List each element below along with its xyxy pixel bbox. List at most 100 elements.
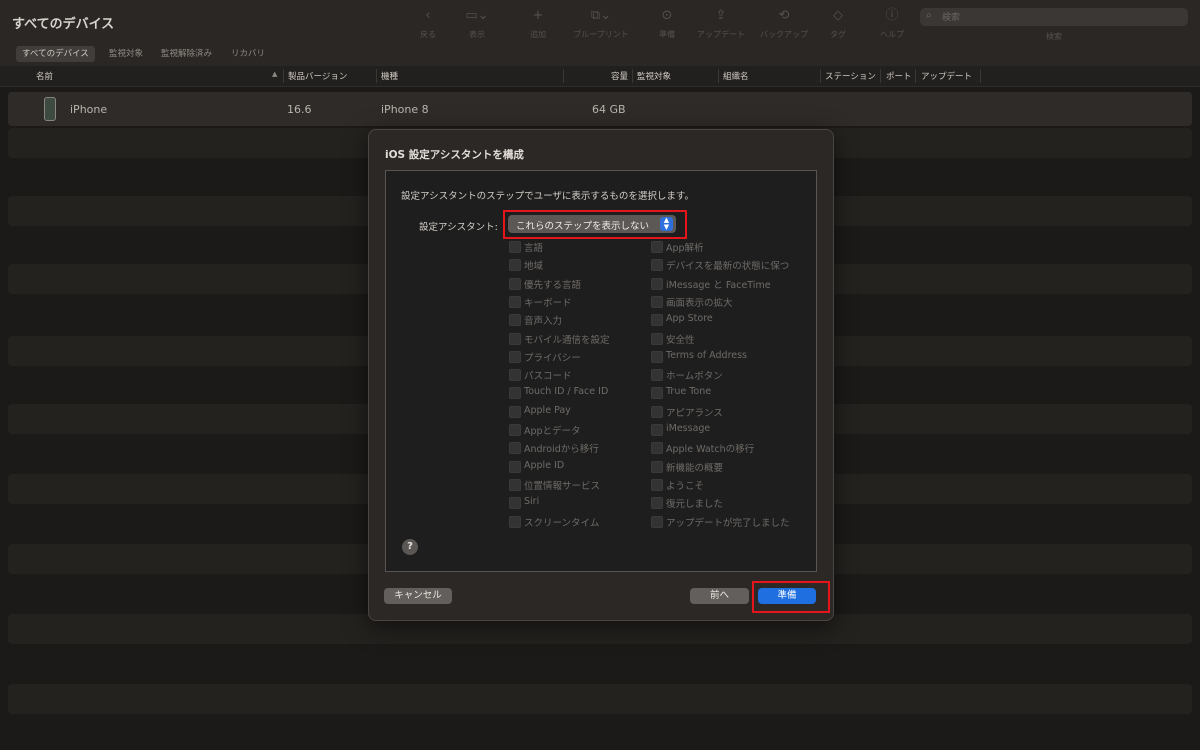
checkbox-label: Apple Pay — [524, 404, 571, 416]
checkbox-box[interactable] — [509, 259, 521, 272]
checkbox-label: Terms of Address — [666, 349, 748, 361]
checkbox-box[interactable] — [651, 478, 663, 491]
checkbox-box[interactable] — [509, 277, 521, 290]
checkbox-label: Apple Watchの移行 — [666, 444, 755, 456]
checkbox-label: 音声入力 — [524, 316, 563, 328]
view-icon: ▭⌄ — [465, 8, 489, 23]
search-input[interactable] — [940, 9, 1184, 27]
help-icon: ⓘ — [885, 8, 899, 23]
checkbox-label: キーボード — [524, 297, 572, 309]
update-icon: ⇪ — [715, 8, 727, 23]
checkbox-label: パスコード — [524, 371, 572, 383]
checkbox-box[interactable] — [509, 332, 521, 345]
checkbox-box[interactable] — [509, 369, 521, 382]
tab-supervised[interactable]: 監視対象 — [103, 46, 149, 62]
checkbox-box[interactable] — [509, 314, 521, 327]
checkbox-label: True Tone — [666, 386, 712, 398]
add-toolbar-button[interactable]: + 追加 — [510, 8, 566, 40]
column-version[interactable]: 製品バージョン — [288, 70, 347, 82]
window-title: すべてのデバイス — [12, 17, 115, 32]
column-name[interactable]: 名前 — [36, 70, 53, 82]
checkbox-box[interactable] — [651, 369, 663, 382]
column-port[interactable]: ポート — [886, 70, 912, 82]
checkbox-label: Siri — [524, 496, 540, 508]
checkbox-box[interactable] — [509, 515, 521, 528]
checkbox-label: App Store — [666, 313, 713, 325]
cancel-button[interactable]: キャンセル — [384, 588, 452, 604]
checkbox-box[interactable] — [509, 241, 521, 253]
checkbox-box[interactable] — [509, 350, 521, 363]
checkbox-box[interactable] — [509, 405, 521, 418]
tag-toolbar-button[interactable]: ◇ タグ — [810, 8, 866, 40]
backup-toolbar-button[interactable]: ⟲ バックアップ — [756, 8, 812, 40]
checkbox-label: 地域 — [524, 261, 544, 273]
checkbox-box[interactable] — [651, 442, 663, 455]
checkbox-label: 言語 — [524, 243, 544, 254]
checkbox-label: ようこそ — [666, 480, 705, 492]
chevron-left-icon: ‹ — [425, 8, 431, 23]
checkbox-box[interactable] — [651, 387, 663, 400]
select-highlight — [503, 210, 687, 239]
checkbox-box[interactable] — [651, 295, 663, 308]
checkbox-box[interactable] — [651, 515, 663, 528]
tab-all-devices[interactable]: すべてのデバイス — [16, 46, 95, 62]
checkbox-label: プライバシー — [524, 352, 581, 364]
checkbox-box[interactable] — [651, 314, 663, 327]
prepare-icon: ⊙ — [661, 8, 673, 23]
checkbox-label: ホームボタン — [666, 371, 723, 383]
help-button[interactable]: ? — [402, 539, 418, 555]
table-header: 名前 ▲ 製品バージョン 機種 容量 監視対象 組織名 ステーション ポート ア… — [0, 66, 1200, 87]
checkbox-label: Appとデータ — [524, 426, 581, 437]
column-supervised[interactable]: 監視対象 — [637, 70, 671, 82]
view-toolbar-button[interactable]: ▭⌄ 表示 — [449, 8, 505, 40]
back-button[interactable]: 前へ — [690, 588, 749, 604]
checkbox-box[interactable] — [651, 277, 663, 290]
checkbox-box[interactable] — [651, 405, 663, 418]
select-label: 設定アシスタント: — [419, 222, 498, 233]
checkbox-box[interactable] — [509, 295, 521, 308]
checkbox-box[interactable] — [509, 497, 521, 510]
checkbox-label: 位置情報サービス — [524, 480, 601, 492]
column-capacity[interactable]: 容量 — [611, 70, 628, 82]
column-update[interactable]: アップデート — [921, 70, 972, 82]
prepare-toolbar-button[interactable]: ⊙ 準備 — [639, 8, 695, 40]
checkbox-box[interactable] — [651, 497, 663, 510]
table-row[interactable]: iPhone 16.6 iPhone 8 64 GB — [8, 92, 1192, 126]
blueprint-toolbar-button[interactable]: ⧉⌄ ブループリント — [572, 8, 630, 40]
checkbox-label: 安全性 — [666, 334, 695, 346]
blueprint-icon: ⧉⌄ — [590, 8, 612, 23]
tab-unsupervised[interactable]: 監視解除済み — [155, 46, 218, 62]
backup-icon: ⟲ — [778, 8, 790, 23]
checkbox-box[interactable] — [651, 350, 663, 363]
checkbox-box[interactable] — [509, 460, 521, 473]
column-organization[interactable]: 組織名 — [723, 70, 749, 82]
search-field[interactable]: ⌕ — [920, 8, 1188, 27]
column-station[interactable]: ステーション — [825, 70, 876, 82]
checkbox-box[interactable] — [509, 424, 521, 436]
checkbox-box[interactable] — [509, 387, 521, 400]
checkbox-label: 優先する言語 — [524, 279, 582, 291]
checkbox-box[interactable] — [651, 259, 663, 272]
checkbox-label: iMessage と FaceTime — [666, 279, 771, 291]
tab-recovery[interactable]: リカバリ — [225, 46, 271, 62]
device-name: iPhone — [70, 103, 108, 116]
checkbox-box[interactable] — [509, 478, 521, 491]
checkbox-label: モバイル通信を設定 — [524, 334, 610, 346]
checkbox-box[interactable] — [651, 424, 663, 436]
checkbox-label: アップデートが完了しました — [666, 517, 790, 529]
update-toolbar-button[interactable]: ⇪ アップデート — [693, 8, 749, 40]
column-model[interactable]: 機種 — [381, 70, 398, 82]
checkbox-label: アピアランス — [666, 407, 723, 419]
device-version: 16.6 — [287, 103, 312, 116]
checkbox-label: Touch ID / Face ID — [524, 386, 609, 398]
checkbox-label: 新機能の概要 — [666, 462, 724, 474]
checkbox-box[interactable] — [509, 442, 521, 455]
checkbox-box[interactable] — [651, 460, 663, 473]
toolbar: すべてのデバイス ‹ 戻る ▭⌄ 表示 + 追加 ⧉⌄ ブループリント ⊙ 準備… — [0, 0, 1200, 44]
sort-ascending-icon: ▲ — [272, 70, 278, 78]
help-toolbar-button[interactable]: ⓘ ヘルプ — [864, 8, 920, 40]
checkbox-box[interactable] — [651, 241, 663, 253]
checkbox-box[interactable] — [651, 332, 663, 345]
checkbox-label: Androidから移行 — [524, 444, 599, 456]
back-toolbar-button[interactable]: ‹ 戻る — [400, 8, 456, 40]
